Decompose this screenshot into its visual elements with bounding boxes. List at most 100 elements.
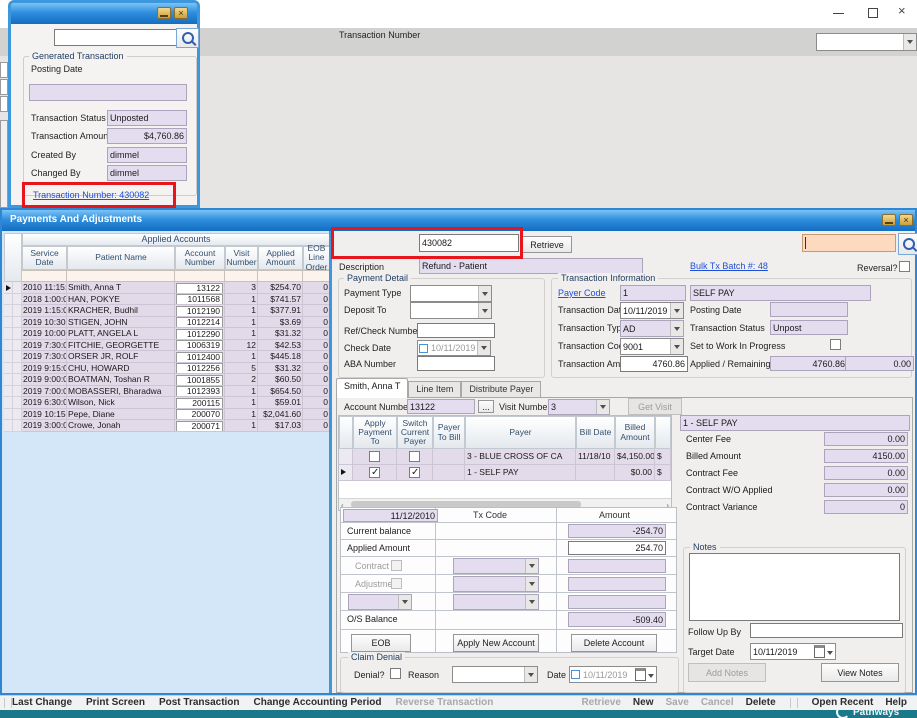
background-combobox[interactable] bbox=[816, 33, 917, 51]
eob-button[interactable]: EOB bbox=[351, 634, 411, 652]
applied-account-row[interactable]: 2019 7:30:0ORSER JR, ROLF10124001$445.18… bbox=[4, 351, 330, 363]
apply-payment-to-cell[interactable] bbox=[353, 449, 397, 465]
applied-account-row[interactable]: 2019 10:15:Pepe, Diane2000701$2,041.600 bbox=[4, 409, 330, 421]
posting-date-field[interactable] bbox=[29, 84, 187, 101]
applied-accounts-column-header[interactable]: ServiceDate bbox=[22, 246, 67, 270]
payer-grid-column-header[interactable] bbox=[339, 416, 353, 449]
applied-accounts-column-header[interactable]: VisitNumber bbox=[225, 246, 258, 270]
row-selector-cell[interactable] bbox=[4, 397, 13, 409]
payer-grid-column-header[interactable]: ApplyPaymentTo bbox=[353, 416, 397, 449]
tab-distribute-payer[interactable]: Distribute Payer bbox=[461, 381, 541, 398]
switch-current-payer-checkbox[interactable] bbox=[409, 451, 420, 462]
transaction-number-link[interactable]: Transaction Number: 430082 bbox=[33, 190, 149, 200]
popup-search-input[interactable] bbox=[54, 29, 179, 46]
row-selector-cell[interactable] bbox=[4, 363, 13, 375]
applied-accounts-filter-cell[interactable] bbox=[303, 270, 330, 282]
apply-payment-checkbox[interactable] bbox=[369, 467, 380, 478]
deposit-to-select[interactable] bbox=[410, 302, 492, 319]
applied-accounts-filter-cell[interactable] bbox=[258, 270, 303, 282]
applied-account-row[interactable]: 2019 9:00:0BOATMAN, Toshan R10018552$60.… bbox=[4, 374, 330, 386]
switch-current-payer-checkbox[interactable] bbox=[409, 467, 420, 478]
applied-account-row[interactable]: 2010 11:15:Smith, Anna T131223$254.700 bbox=[4, 282, 330, 294]
row-selector-cell[interactable] bbox=[4, 351, 13, 363]
statusbar-last-change[interactable]: Last Change bbox=[12, 697, 72, 708]
applied-accounts-column-header[interactable]: AppliedAmount bbox=[258, 246, 303, 270]
popup-minimize-button[interactable] bbox=[157, 7, 171, 19]
extra-tx-code-select[interactable] bbox=[453, 594, 539, 610]
popup-search-button[interactable] bbox=[176, 28, 199, 48]
row-selector-cell[interactable] bbox=[4, 386, 13, 398]
applied-accounts-filter-cell[interactable] bbox=[225, 270, 258, 282]
get-visit-button[interactable]: Get Visit bbox=[628, 398, 682, 415]
applied-account-row[interactable]: 2019 10:00:PLATT, ANGELA L10122901$31.32… bbox=[4, 328, 330, 340]
check-date-checkbox[interactable] bbox=[419, 344, 428, 353]
main-minimize-button[interactable] bbox=[882, 214, 896, 226]
applied-accounts-filter-cell[interactable] bbox=[22, 270, 67, 282]
apply-payment-checkbox[interactable] bbox=[369, 451, 380, 462]
applied-amount-input[interactable]: 254.70 bbox=[568, 541, 666, 555]
transaction-type-select[interactable]: AD bbox=[620, 320, 684, 337]
quick-search-button[interactable] bbox=[898, 233, 917, 255]
os-close-button[interactable]: × bbox=[898, 4, 910, 18]
applied-accounts-filter-cell[interactable] bbox=[175, 270, 225, 282]
payer-grid-column-header[interactable]: Payer bbox=[465, 416, 576, 449]
row-selector-cell[interactable] bbox=[4, 340, 13, 352]
panel-splitter[interactable] bbox=[329, 231, 332, 693]
row-selector-cell[interactable] bbox=[4, 328, 13, 340]
aba-number-input[interactable] bbox=[417, 356, 495, 371]
statusbar-print-screen[interactable]: Print Screen bbox=[86, 697, 145, 708]
target-date-picker[interactable]: 10/11/2019 bbox=[750, 643, 836, 660]
add-notes-button[interactable]: Add Notes bbox=[688, 663, 766, 682]
applied-accounts-filter-cell[interactable] bbox=[67, 270, 175, 282]
payer-grid-row[interactable]: 3 - BLUE CROSS OF CA11/18/10$4,150.00$ bbox=[339, 449, 671, 465]
statusbar-new[interactable]: New bbox=[633, 697, 654, 708]
applied-accounts-column-header[interactable]: AccountNumber bbox=[175, 246, 225, 270]
bulk-tx-batch-link[interactable]: Bulk Tx Batch #: 48 bbox=[690, 261, 768, 271]
payer-grid-column-header[interactable]: PayerTo Bill bbox=[433, 416, 465, 449]
follow-up-by-input[interactable] bbox=[750, 623, 903, 638]
applied-accounts-filter-row[interactable] bbox=[22, 270, 330, 282]
reason-select[interactable] bbox=[452, 666, 538, 683]
delete-account-button[interactable]: Delete Account bbox=[571, 634, 657, 652]
payer-grid-column-header[interactable]: Bill Date bbox=[576, 416, 615, 449]
transaction-code-select[interactable]: 9001 bbox=[620, 338, 684, 355]
account-browse-button[interactable]: ... bbox=[478, 400, 494, 413]
applied-account-row[interactable]: 2018 1:00:0HAN, POKYE10115681$741.570 bbox=[4, 294, 330, 306]
notes-textarea[interactable] bbox=[689, 553, 900, 621]
statusbar-change-accounting-period[interactable]: Change Accounting Period bbox=[254, 697, 382, 708]
row-selector-cell[interactable] bbox=[4, 374, 13, 386]
denial-date-checkbox[interactable] bbox=[571, 670, 580, 679]
denial-date-picker[interactable]: 10/11/2019 bbox=[569, 666, 657, 683]
adjustment-checkbox[interactable] bbox=[391, 578, 402, 589]
row-selector-cell[interactable] bbox=[4, 305, 13, 317]
applied-accounts-column-header[interactable]: Patient Name bbox=[67, 246, 175, 270]
statusbar-post-transaction[interactable]: Post Transaction bbox=[159, 697, 240, 708]
applied-account-row[interactable]: 2019 7:30:0FITCHIE, GEORGETTE100631912$4… bbox=[4, 340, 330, 352]
row-selector-cell[interactable] bbox=[4, 282, 13, 294]
payment-type-select[interactable] bbox=[410, 285, 492, 302]
os-restore-button[interactable] bbox=[868, 8, 878, 18]
transaction-amount-input[interactable]: 4760.86 bbox=[620, 356, 688, 372]
row-selector-cell[interactable] bbox=[4, 294, 13, 306]
adjustment-tx-code-select[interactable] bbox=[453, 576, 539, 592]
row-selector-cell[interactable] bbox=[4, 317, 13, 329]
ref-check-number-input[interactable] bbox=[417, 323, 495, 338]
contract-tx-code-select[interactable] bbox=[453, 558, 539, 574]
popup-close-button[interactable]: × bbox=[174, 7, 188, 19]
payer-grid-column-header[interactable] bbox=[655, 416, 671, 449]
tab-smith-anna-t[interactable]: Smith, Anna T bbox=[336, 378, 408, 398]
reversal-checkbox[interactable] bbox=[899, 261, 910, 272]
applied-account-row[interactable]: 2019 1:15:0KRACHER, Budhil10121901$377.9… bbox=[4, 305, 330, 317]
statusbar-delete[interactable]: Delete bbox=[746, 697, 776, 708]
apply-new-account-button[interactable]: Apply New Account bbox=[453, 634, 539, 652]
row-selector-cell[interactable] bbox=[4, 409, 13, 421]
apply-payment-to-cell[interactable] bbox=[353, 465, 397, 481]
quick-search-input[interactable] bbox=[802, 234, 896, 252]
applied-account-row[interactable]: 2019 6:30:0Wilson, Nick2001151$59.010 bbox=[4, 397, 330, 409]
visit-number-select[interactable]: 3 bbox=[548, 399, 610, 415]
extra-type-select[interactable] bbox=[348, 594, 412, 610]
row-selector-cell[interactable] bbox=[4, 420, 13, 432]
denial-checkbox[interactable] bbox=[390, 668, 401, 679]
work-in-progress-checkbox[interactable] bbox=[830, 339, 841, 350]
payer-code-link[interactable]: Payer Code bbox=[558, 288, 606, 298]
